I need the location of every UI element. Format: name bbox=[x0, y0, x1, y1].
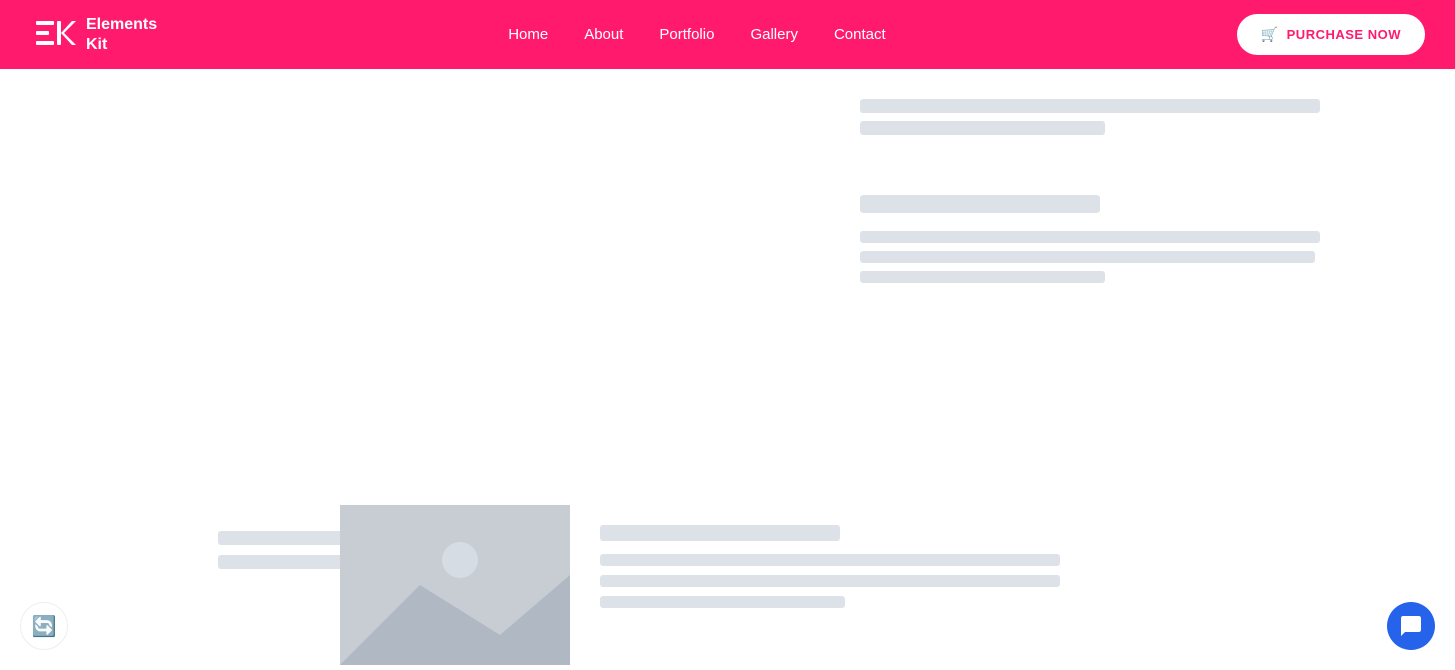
header: Elements Kit Home About Portfolio Galler… bbox=[0, 0, 1455, 69]
skeleton-line bbox=[860, 231, 1320, 243]
bottom-right-text bbox=[570, 505, 1455, 608]
skeleton-line bbox=[600, 575, 1060, 587]
logo[interactable]: Elements Kit bbox=[30, 11, 157, 59]
skeleton-line bbox=[600, 596, 845, 608]
main-content bbox=[0, 69, 1455, 670]
purchase-button[interactable]: 🛒 PURCHASE NOW bbox=[1237, 14, 1425, 55]
main-nav: Home About Portfolio Gallery Contact bbox=[508, 26, 885, 43]
nav-contact[interactable]: Contact bbox=[834, 26, 886, 43]
skeleton-line bbox=[600, 554, 1060, 566]
skeleton-title bbox=[600, 525, 840, 541]
purchase-label: PURCHASE NOW bbox=[1287, 27, 1401, 42]
right-middle-skeleton bbox=[860, 195, 1415, 283]
logo-icon bbox=[30, 11, 78, 59]
nav-gallery[interactable]: Gallery bbox=[750, 26, 798, 43]
bottom-left-text bbox=[0, 505, 340, 569]
skeleton-title bbox=[860, 195, 1100, 213]
skeleton-line bbox=[860, 121, 1105, 135]
chat-button[interactable] bbox=[1387, 602, 1435, 650]
nav-home[interactable]: Home bbox=[508, 26, 548, 43]
corner-icon-symbol: 🔄 bbox=[32, 614, 57, 639]
right-top-skeleton bbox=[860, 99, 1415, 135]
nav-portfolio[interactable]: Portfolio bbox=[659, 26, 714, 43]
skeleton-line bbox=[860, 99, 1320, 113]
chat-icon bbox=[1399, 614, 1423, 638]
logo-text: Elements Kit bbox=[86, 15, 157, 53]
bottom-row bbox=[0, 505, 1455, 670]
skeleton-line bbox=[860, 251, 1315, 263]
nav-about[interactable]: About bbox=[584, 26, 623, 43]
corner-button[interactable]: 🔄 bbox=[20, 602, 68, 650]
cart-icon: 🛒 bbox=[1261, 26, 1279, 43]
placeholder-image-icon bbox=[340, 505, 570, 665]
skeleton-line bbox=[860, 271, 1105, 283]
image-placeholder bbox=[340, 505, 570, 665]
